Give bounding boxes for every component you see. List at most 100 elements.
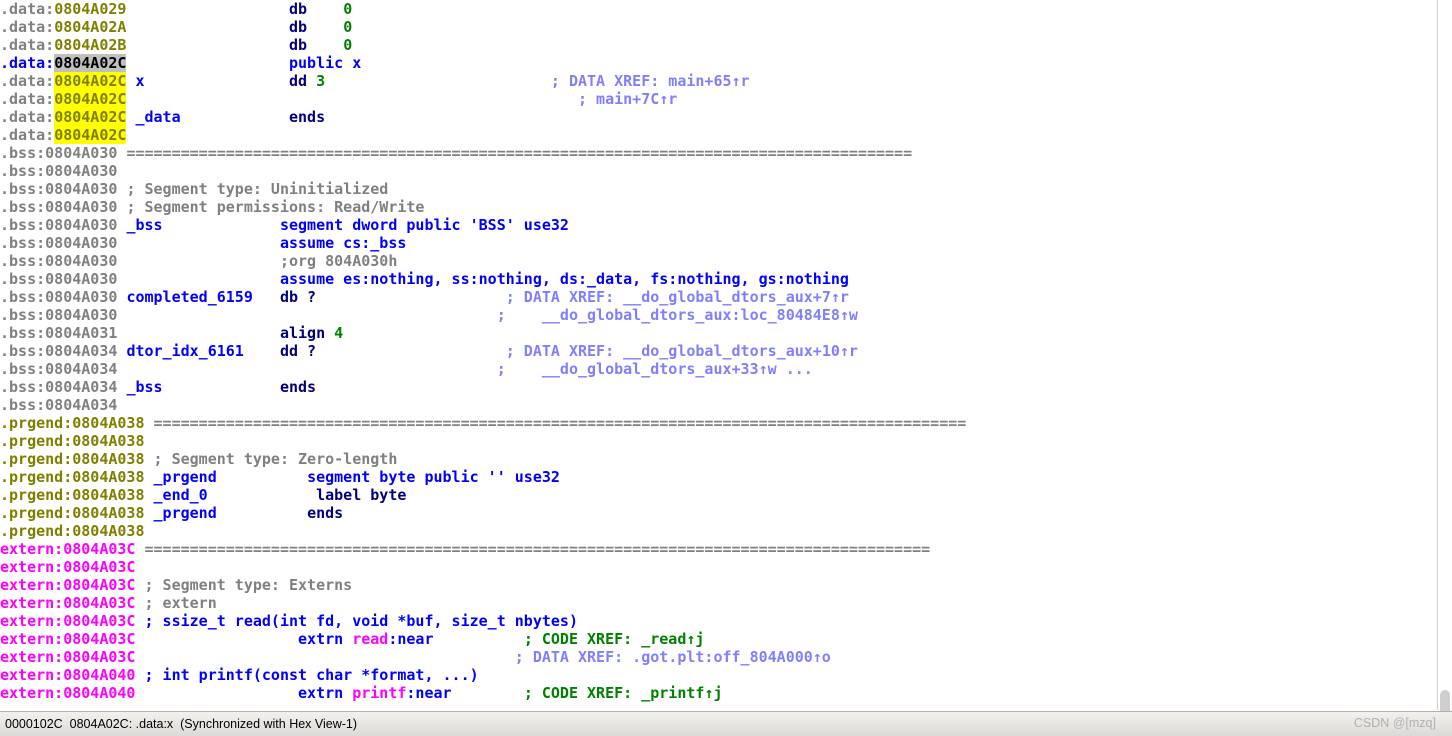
symbol-label[interactable]: _prgend [154, 504, 217, 522]
disasm-line[interactable]: extern:0804A03C ========================… [0, 540, 1437, 558]
address-highlighted[interactable]: 0804A02C [54, 72, 127, 90]
address[interactable]: 0804A030 [45, 252, 117, 270]
disasm-line[interactable]: .prgend:0804A038 _prgend ends [0, 504, 1437, 522]
address[interactable]: 0804A038 [72, 504, 144, 522]
address[interactable]: 0804A031 [45, 324, 117, 342]
data-xref-comment[interactable]: ; DATA XREF: __do_global_dtors_aux+7↑r [506, 288, 849, 306]
disasm-line[interactable]: .bss:0804A031 align 4 [0, 324, 1437, 342]
symbol-label[interactable]: _bss [126, 378, 162, 396]
extern-function-name[interactable]: read [352, 630, 388, 648]
address[interactable]: 0804A034 [45, 396, 117, 414]
address[interactable]: 0804A038 [72, 450, 144, 468]
vertical-scrollbar-gutter[interactable] [1437, 0, 1452, 710]
extern-function-name[interactable]: printf [352, 684, 406, 702]
address[interactable]: 0804A03C [63, 612, 135, 630]
disasm-line[interactable]: extern:0804A03C [0, 558, 1437, 576]
code-xref-comment[interactable]: ; CODE XREF: _read↑j [524, 630, 705, 648]
address[interactable]: 0804A040 [63, 684, 135, 702]
disassembly-listing[interactable]: .data:0804A029 db 0 .data:0804A02A db 0 … [0, 0, 1437, 710]
disasm-line[interactable]: extern:0804A03C extrn read:near ; CODE X… [0, 630, 1437, 648]
address[interactable]: 0804A038 [72, 486, 144, 504]
address-highlighted[interactable]: 0804A02C [54, 90, 127, 108]
address[interactable]: 0804A040 [63, 666, 135, 684]
disasm-line[interactable]: .data:0804A02C [0, 126, 1437, 144]
address[interactable]: 0804A038 [72, 468, 144, 486]
disasm-line[interactable]: .bss:0804A030 _bss segment dword public … [0, 216, 1437, 234]
symbol-label[interactable]: x [135, 72, 144, 90]
disasm-line[interactable]: extern:0804A03C ; extern [0, 594, 1437, 612]
address[interactable]: 0804A030 [45, 162, 117, 180]
disasm-line[interactable]: .data:0804A02C _data ends [0, 108, 1437, 126]
data-xref-comment[interactable]: ; main+7C↑r [578, 90, 677, 108]
address[interactable]: 0804A030 [45, 288, 117, 306]
disasm-line[interactable]: .bss:0804A030 assume es:nothing, ss:noth… [0, 270, 1437, 288]
address[interactable]: 0804A030 [45, 198, 117, 216]
disasm-line[interactable]: .bss:0804A030 completed_6159 db ? ; DATA… [0, 288, 1437, 306]
disasm-line[interactable]: .prgend:0804A038 _end_0 label byte [0, 486, 1437, 504]
symbol-label[interactable]: _end_0 [154, 486, 208, 504]
address[interactable]: 0804A034 [45, 360, 117, 378]
disasm-line[interactable]: .bss:0804A030 ;org 804A030h [0, 252, 1437, 270]
disasm-line[interactable]: .bss:0804A030 ; Segment permissions: Rea… [0, 198, 1437, 216]
directive[interactable]: public x [289, 54, 361, 72]
address[interactable]: 0804A029 [54, 0, 126, 18]
address[interactable]: 0804A030 [45, 216, 117, 234]
address[interactable]: 0804A030 [45, 180, 117, 198]
symbol-label[interactable]: dtor_idx_6161 [126, 342, 243, 360]
disasm-line[interactable]: .bss:0804A030 ; Segment type: Uninitiali… [0, 180, 1437, 198]
address[interactable]: 0804A03C [63, 594, 135, 612]
disasm-line[interactable]: .bss:0804A034 ; __do_global_dtors_aux+33… [0, 360, 1437, 378]
disasm-line-selected[interactable]: .data:0804A02C public x [0, 54, 1437, 72]
address[interactable]: 0804A038 [72, 432, 144, 450]
data-xref-comment[interactable]: ; DATA XREF: main+65↑r [551, 72, 750, 90]
disasm-line[interactable]: extern:0804A03C ; Segment type: Externs [0, 576, 1437, 594]
disasm-line[interactable]: .data:0804A02A db 0 [0, 18, 1437, 36]
address[interactable]: 0804A02A [54, 18, 126, 36]
data-xref-comment[interactable]: ; DATA XREF: __do_global_dtors_aux+10↑r [506, 342, 858, 360]
symbol-label[interactable]: completed_6159 [126, 288, 252, 306]
data-xref-comment[interactable]: ; DATA XREF: .got.plt:off_804A000↑o [515, 648, 831, 666]
address[interactable]: 0804A03C [63, 558, 135, 576]
address[interactable]: 0804A038 [72, 414, 144, 432]
address[interactable]: 0804A03C [63, 648, 135, 666]
disasm-line[interactable]: .bss:0804A030 ==========================… [0, 144, 1437, 162]
disasm-line[interactable]: .data:0804A02C ; main+7C↑r [0, 90, 1437, 108]
disasm-line[interactable]: extern:0804A040 extrn printf:near ; CODE… [0, 684, 1437, 702]
data-xref-comment[interactable]: ; __do_global_dtors_aux:loc_80484E8↑w [497, 306, 858, 324]
disasm-line[interactable]: .data:0804A02C x dd 3 ; DATA XREF: main+… [0, 72, 1437, 90]
disasm-line[interactable]: .prgend:0804A038 [0, 432, 1437, 450]
disasm-line[interactable]: .bss:0804A034 [0, 396, 1437, 414]
disasm-line[interactable]: .prgend:0804A038 =======================… [0, 414, 1437, 432]
symbol-label[interactable]: _prgend [154, 468, 217, 486]
disasm-line[interactable]: .bss:0804A034 _bss ends [0, 378, 1437, 396]
address[interactable]: 0804A034 [45, 378, 117, 396]
address[interactable]: 0804A030 [45, 270, 117, 288]
disasm-line[interactable]: extern:0804A03C ; ssize_t read(int fd, v… [0, 612, 1437, 630]
disasm-line[interactable]: .prgend:0804A038 [0, 522, 1437, 540]
address[interactable]: 0804A03C [63, 540, 135, 558]
symbol-label[interactable]: _data [135, 108, 180, 126]
code-xref-comment[interactable]: ; CODE XREF: _printf↑j [524, 684, 723, 702]
address-cursor[interactable]: 0804A02C [54, 54, 127, 72]
disasm-line[interactable]: .bss:0804A030 assume cs:_bss [0, 234, 1437, 252]
address[interactable]: 0804A03C [63, 576, 135, 594]
disasm-line[interactable]: .data:0804A02B db 0 [0, 36, 1437, 54]
disasm-line[interactable]: .bss:0804A034 dtor_idx_6161 dd ? ; DATA … [0, 342, 1437, 360]
address-highlighted[interactable]: 0804A02C [54, 126, 127, 144]
address[interactable]: 0804A030 [45, 306, 117, 324]
address[interactable]: 0804A030 [45, 144, 117, 162]
address[interactable]: 0804A030 [45, 234, 117, 252]
address-highlighted[interactable]: 0804A02C [54, 108, 127, 126]
disasm-line[interactable]: .prgend:0804A038 _prgend segment byte pu… [0, 468, 1437, 486]
disasm-line[interactable]: .prgend:0804A038 ; Segment type: Zero-le… [0, 450, 1437, 468]
disasm-line[interactable]: extern:0804A040 ; int printf(const char … [0, 666, 1437, 684]
symbol-label[interactable]: _bss [126, 216, 162, 234]
address[interactable]: 0804A03C [63, 630, 135, 648]
data-xref-comment[interactable]: ; __do_global_dtors_aux+33↑w ... [497, 360, 813, 378]
disasm-line[interactable]: .data:0804A029 db 0 [0, 0, 1437, 18]
disasm-line[interactable]: extern:0804A03C ; DATA XREF: .got.plt:of… [0, 648, 1437, 666]
address[interactable]: 0804A02B [54, 36, 126, 54]
disasm-line[interactable]: .bss:0804A030 [0, 162, 1437, 180]
disasm-line[interactable]: .bss:0804A030 ; __do_global_dtors_aux:lo… [0, 306, 1437, 324]
address[interactable]: 0804A038 [72, 522, 144, 540]
